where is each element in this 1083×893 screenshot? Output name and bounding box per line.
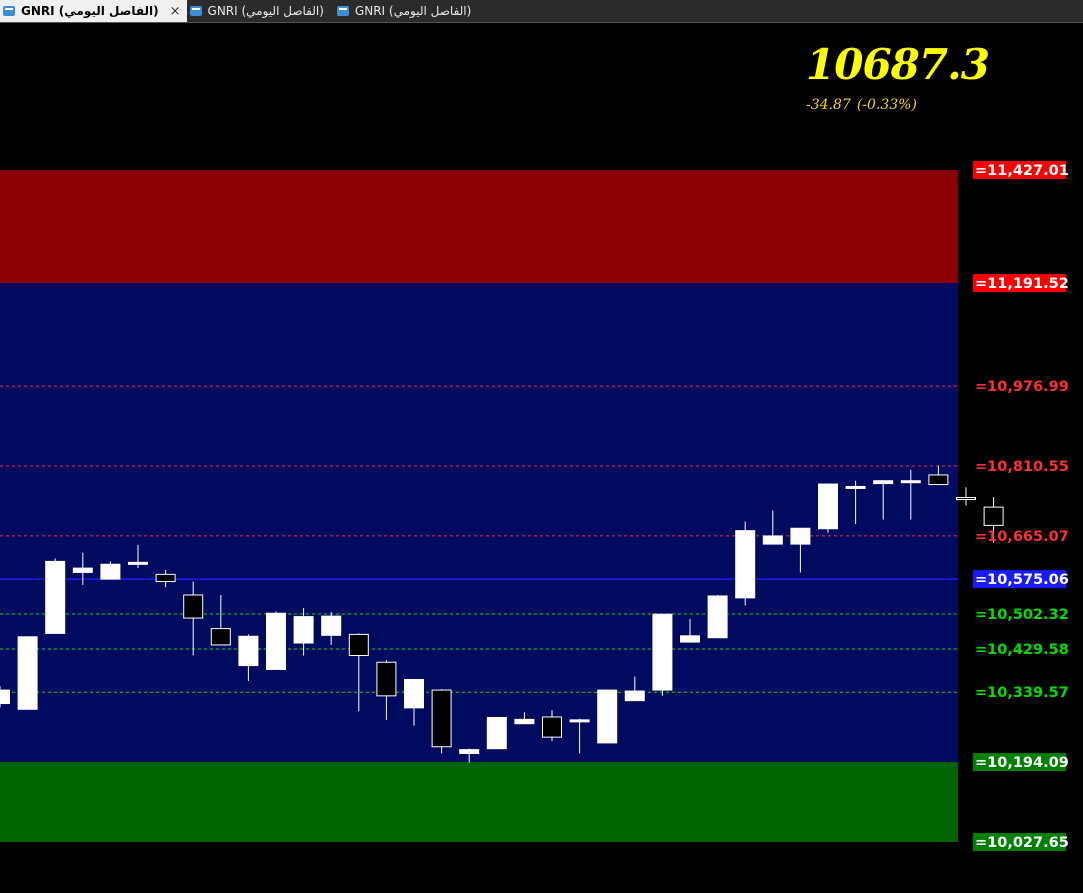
- last-price: 10687.3: [806, 40, 990, 89]
- axis-label-0: =11,427.01: [973, 161, 1069, 179]
- candle-body: [514, 718, 535, 725]
- axis-label-text: =11,427.01: [975, 163, 1069, 179]
- candle-body: [238, 635, 259, 667]
- axis-label-3: =10,810.55: [975, 459, 1069, 475]
- candle-body: [72, 567, 93, 573]
- axis-label-text: =10,502.32: [975, 607, 1069, 623]
- tab-gnri-daily-3[interactable]: GNRI (الفاصل اليومي): [334, 0, 481, 22]
- axis-label-text: =11,191.52: [975, 276, 1069, 292]
- candle-body: [652, 613, 673, 691]
- tab-gnri-daily-2[interactable]: GNRI (الفاصل اليومي): [187, 0, 334, 22]
- price-change: -34.87 (-0.33%): [806, 97, 917, 113]
- axis-label-text: =10,575.06: [975, 572, 1069, 588]
- candle: [45, 558, 66, 634]
- middle-zone: [0, 283, 958, 763]
- candle: [100, 561, 121, 580]
- axis-label-text: =10,429.58: [975, 642, 1069, 658]
- price-change-percent: (-0.33%): [856, 97, 917, 113]
- close-tab-button[interactable]: ×: [170, 4, 181, 19]
- axis-label-1: =11,191.52: [973, 274, 1069, 293]
- candle-body: [680, 635, 700, 643]
- candle-body: [100, 563, 121, 580]
- price-change-value: -34.87: [806, 97, 851, 113]
- axis-label-text: =10,027.65: [975, 835, 1069, 851]
- candle-body: [790, 527, 811, 545]
- axis-label-text: =10,194.09: [975, 755, 1069, 771]
- candle-body: [928, 474, 949, 486]
- candle-body: [348, 633, 369, 657]
- tab-gnri-daily-active[interactable]: GNRI (الفاصل اليومي) ×: [0, 0, 187, 22]
- candle-body: [155, 573, 176, 583]
- tab-bar: GNRI (الفاصل اليومي) × GNRI (الفاصل اليو…: [0, 0, 1083, 23]
- axis-label-7: =10,429.58: [975, 642, 1069, 658]
- candle-body: [404, 679, 424, 709]
- candle-body: [183, 594, 204, 619]
- tab-label: GNRI (الفاصل اليومي): [207, 4, 324, 18]
- axis-label-text: =10,339.57: [975, 685, 1069, 701]
- chart-tab-icon: [189, 6, 202, 16]
- axis-label-4: =10,665.07: [975, 529, 1069, 545]
- chart-area[interactable]: =11,427.01 =11,191.52 =10,976.99 =10,810.55…: [0, 23, 1083, 889]
- candle-body: [542, 716, 562, 738]
- candle: [735, 521, 756, 606]
- price-axis-labels: =11,427.01 =11,191.52 =10,976.99 =10,810.55…: [973, 161, 1069, 851]
- axis-label-text: =10,976.99: [975, 379, 1069, 395]
- candle-body: [983, 506, 1004, 526]
- axis-label-10: =10,027.65: [973, 833, 1069, 851]
- candle-body: [266, 612, 286, 670]
- candle-body: [597, 689, 618, 744]
- candle-body: [128, 561, 148, 565]
- candle-body: [900, 480, 921, 484]
- candle: [956, 487, 976, 506]
- tab-label: GNRI (الفاصل اليومي): [21, 4, 159, 18]
- candlestick-chart[interactable]: =11,427.01 =11,191.52 =10,976.99 =10,810.55…: [0, 23, 1083, 889]
- candle: [17, 636, 38, 710]
- axis-label-text: =10,810.55: [975, 459, 1069, 475]
- candle-body: [707, 595, 728, 639]
- candle-body: [569, 719, 590, 723]
- candle-body: [762, 535, 783, 545]
- candle: [707, 594, 728, 639]
- candle-body: [845, 485, 866, 489]
- candle: [431, 689, 452, 754]
- price-zones: [0, 170, 958, 842]
- candle: [652, 613, 673, 696]
- candle: [266, 611, 286, 670]
- candle-body: [873, 480, 894, 485]
- candle-body: [0, 689, 10, 705]
- lower-zone: [0, 762, 958, 842]
- candle-body: [293, 616, 314, 644]
- axis-label-6: =10,502.32: [975, 607, 1069, 623]
- tab-label: GNRI (الفاصل اليومي): [354, 4, 472, 18]
- candle: [597, 689, 618, 744]
- candle-body: [459, 749, 480, 754]
- candle-body: [818, 483, 838, 530]
- candle-body: [486, 716, 507, 750]
- candle-body: [321, 615, 342, 636]
- candle-body: [17, 636, 38, 710]
- chart-tab-icon: [3, 6, 15, 16]
- candle-body: [431, 689, 452, 748]
- candle: [818, 483, 838, 533]
- candle-body: [45, 560, 66, 634]
- chart-tab-icon: [336, 6, 349, 16]
- upper-zone: [0, 170, 958, 284]
- axis-label-9: =10,194.09: [973, 753, 1069, 772]
- candle-body: [956, 497, 976, 501]
- candle-body: [735, 530, 756, 599]
- candle-body: [376, 661, 397, 697]
- candle: [486, 716, 507, 750]
- axis-label-8: =10,339.57: [975, 685, 1069, 701]
- axis-label-5: =10,575.06: [973, 570, 1069, 589]
- candle-body: [624, 690, 645, 702]
- axis-label-2: =10,976.99: [975, 379, 1069, 395]
- axis-label-text: =10,665.07: [975, 529, 1069, 545]
- candle-body: [210, 628, 231, 646]
